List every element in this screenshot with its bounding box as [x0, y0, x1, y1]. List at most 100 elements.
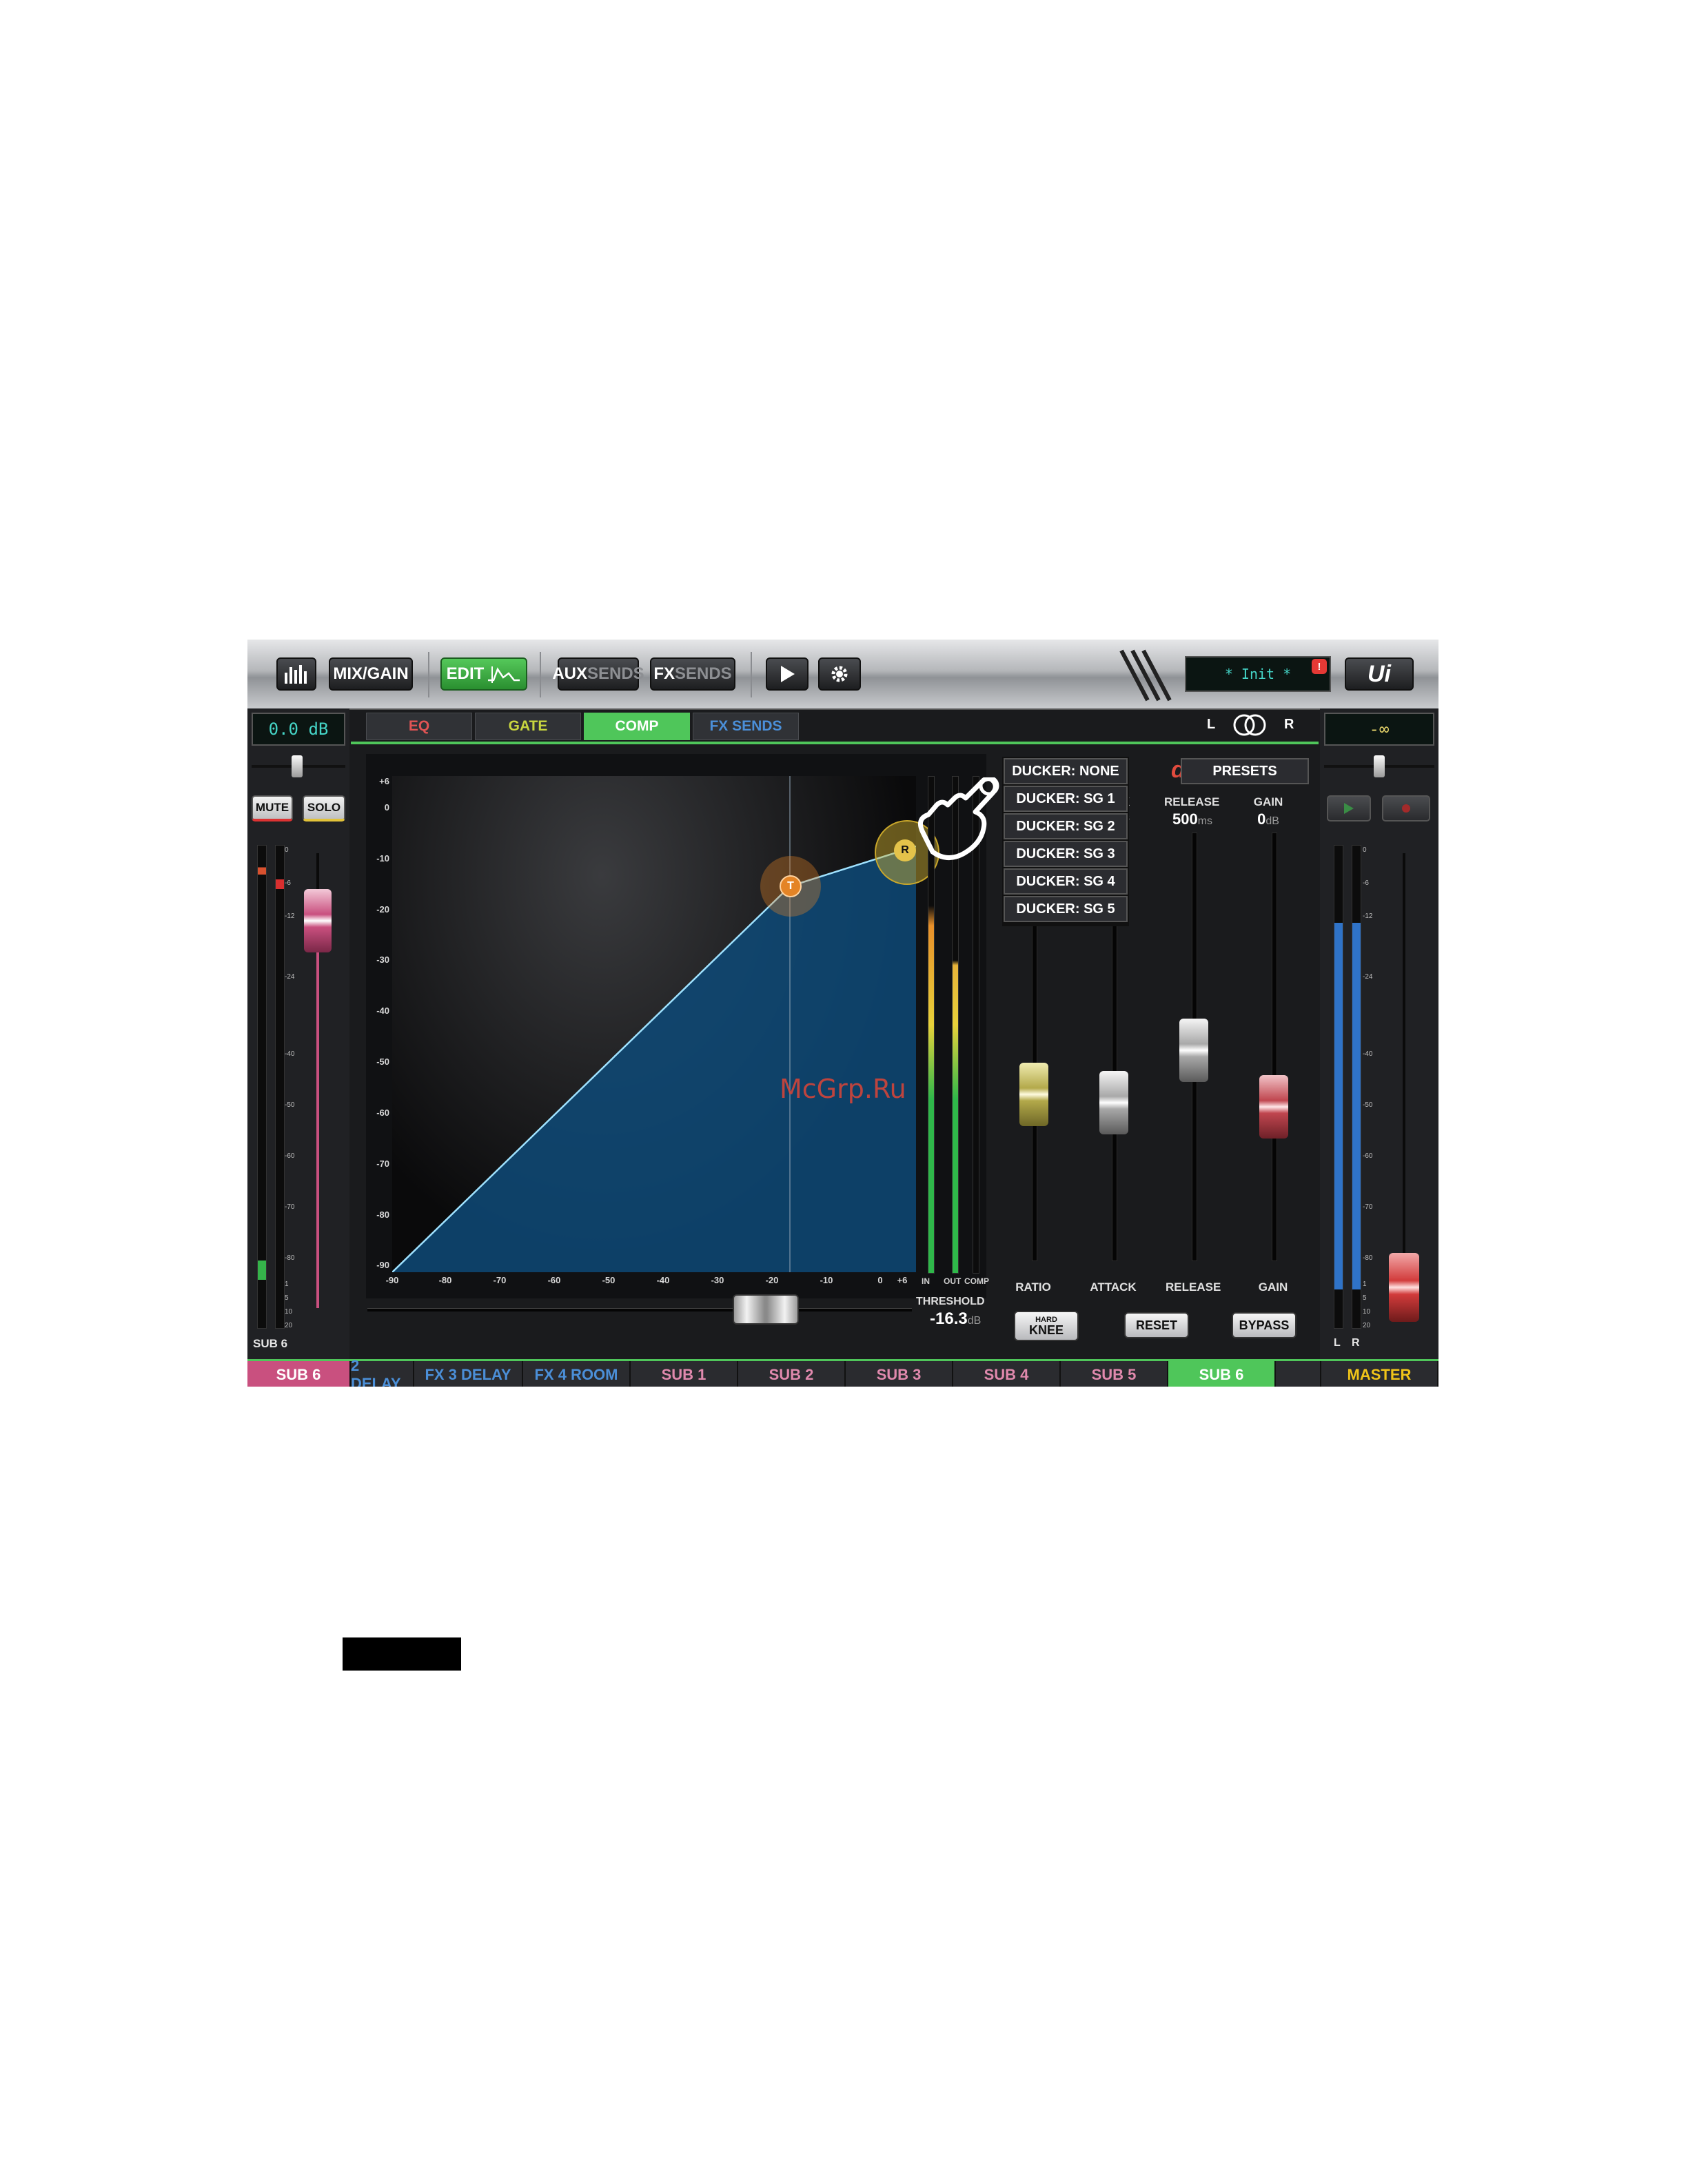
tab-eq[interactable]: EQ [366, 713, 472, 740]
ducker-option-sg5[interactable]: DUCKER: SG 5 [1004, 896, 1128, 922]
link-right-label: R [1284, 717, 1294, 732]
master-fader-knob[interactable] [1389, 1253, 1419, 1322]
mix-gain-button[interactable]: MIX/GAIN [329, 657, 413, 691]
scale-mark: 5 [285, 1294, 289, 1302]
scale-mark: 0 [285, 846, 289, 854]
x-axis-label: -40 [656, 1275, 670, 1285]
threshold-value: -16.3dB [930, 1309, 981, 1329]
tab-gate[interactable]: GATE [475, 713, 581, 740]
transfer-curve [392, 776, 916, 1272]
scale-mark: 20 [1363, 1322, 1371, 1329]
threshold-handle[interactable]: T [780, 875, 802, 897]
ratio-fader-knob[interactable] [1019, 1063, 1048, 1126]
release-number: 500 [1172, 810, 1198, 828]
gain-top-label: GAIN [1253, 795, 1283, 808]
gain-fader-knob[interactable] [1259, 1075, 1288, 1139]
fx-sends-button[interactable]: FX SENDS [650, 657, 735, 691]
y-axis-label: -10 [376, 853, 389, 864]
presets-button[interactable]: PRESETS [1181, 758, 1309, 784]
bottom-tab-fx3-delay[interactable]: FX 3 DELAY [414, 1361, 523, 1387]
pan-knob[interactable] [292, 755, 303, 777]
master-l-label: L [1334, 1337, 1341, 1349]
link-left-label: L [1207, 717, 1216, 732]
play-icon [781, 666, 795, 682]
scale-mark: 1 [285, 1280, 289, 1288]
ducker-option-sg4[interactable]: DUCKER: SG 4 [1004, 868, 1128, 895]
play-button[interactable] [766, 657, 809, 691]
threshold-number: -16.3 [930, 1309, 968, 1328]
channel-fader-knob[interactable] [304, 889, 332, 952]
bottom-tab-sub5[interactable]: SUB 5 [1061, 1361, 1168, 1387]
master-level-display[interactable]: -∞ [1324, 713, 1434, 746]
notification-badge[interactable]: ! [1312, 659, 1327, 674]
scale-mark: 0 [1363, 846, 1367, 854]
master-balance-knob[interactable] [1374, 755, 1385, 777]
reset-button[interactable]: RESET [1124, 1312, 1189, 1338]
processing-tabs: EQ GATE COMP FX SENDS [366, 713, 807, 740]
redaction-bar [343, 1637, 461, 1671]
release-fader-knob[interactable] [1179, 1019, 1208, 1082]
tab-underline [351, 742, 1319, 744]
bottom-tab-sub6[interactable]: SUB 6 [1168, 1361, 1276, 1387]
y-axis-label: -40 [376, 1006, 389, 1016]
input-meter-right [275, 845, 285, 1329]
ducker-option-sg3[interactable]: DUCKER: SG 3 [1004, 841, 1128, 867]
release-label: RELEASE [1166, 1280, 1221, 1294]
scale-mark: 10 [1363, 1308, 1371, 1316]
bottom-tab-fx2-delay[interactable]: 2 DELAY [351, 1357, 414, 1387]
bottom-tab-master[interactable]: MASTER [1320, 1361, 1438, 1387]
scale-mark: -50 [285, 1101, 295, 1109]
mute-button[interactable]: MUTE [252, 795, 293, 821]
edit-label: EDIT [446, 664, 485, 683]
meters-view-button[interactable] [276, 657, 316, 691]
scale-mark: 1 [1363, 1280, 1367, 1288]
edit-button[interactable]: EDIT [440, 657, 527, 691]
tab-comp[interactable]: COMP [584, 713, 690, 740]
ducker-option-sg2[interactable]: DUCKER: SG 2 [1004, 813, 1128, 839]
input-meter-left [257, 845, 267, 1329]
gain-display[interactable]: 0.0 dB [252, 713, 345, 746]
master-r-label: R [1352, 1337, 1360, 1349]
aux-sends-button[interactable]: AUX SENDS [552, 657, 644, 691]
knee-button[interactable]: HARD KNEE [1014, 1311, 1079, 1341]
scale-mark: -60 [285, 1152, 295, 1160]
stereo-link-icon[interactable] [1232, 711, 1268, 739]
comp-meter-label: COMP [964, 1276, 989, 1286]
bottom-tab-sub6-left[interactable]: SUB 6 [247, 1361, 351, 1387]
bottom-tab-sub4[interactable]: SUB 4 [953, 1361, 1061, 1387]
x-axis-label: -30 [711, 1275, 724, 1285]
ducker-option-none[interactable]: DUCKER: NONE [1004, 758, 1128, 784]
scale-mark: -12 [1363, 912, 1373, 920]
gain-unit: dB [1265, 815, 1279, 827]
scale-mark: 10 [285, 1308, 293, 1316]
master-meter-right [1352, 845, 1361, 1329]
compressor-transfer-graph[interactable] [392, 776, 916, 1272]
master-meter-left [1334, 845, 1343, 1329]
in-meter-label: IN [922, 1276, 930, 1286]
bottom-tab-sub1[interactable]: SUB 1 [631, 1361, 738, 1387]
fader-level [316, 943, 319, 1308]
bottom-tab-fx4-room[interactable]: FX 4 ROOM [523, 1361, 631, 1387]
settings-button[interactable] [818, 657, 861, 691]
solo-button[interactable]: SOLO [303, 795, 345, 821]
master-fader-track [1403, 853, 1405, 1308]
threshold-slider-knob[interactable] [733, 1294, 799, 1325]
master-record-button[interactable] [1382, 795, 1430, 821]
scale-mark: -60 [1363, 1152, 1373, 1160]
bottom-tab-sub2[interactable]: SUB 2 [738, 1361, 846, 1387]
scale-mark: -70 [1363, 1203, 1373, 1211]
bypass-button[interactable]: BYPASS [1232, 1312, 1296, 1338]
master-play-button[interactable] [1327, 795, 1371, 821]
preset-display[interactable]: * Init * [1185, 656, 1331, 692]
tab-fx-sends[interactable]: FX SENDS [693, 713, 799, 740]
y-axis-label: 0 [384, 802, 389, 813]
toolbar-divider [751, 652, 752, 697]
mixer-app-window: MIX/GAIN EDIT AUX SENDS FX SENDS * Init * … [247, 640, 1438, 1387]
y-axis-label: -50 [376, 1057, 389, 1067]
eq-curve-icon [488, 666, 520, 683]
attack-fader-knob[interactable] [1099, 1071, 1128, 1134]
ducker-option-sg1[interactable]: DUCKER: SG 1 [1004, 786, 1128, 812]
bottom-tab-sub3[interactable]: SUB 3 [846, 1361, 953, 1387]
ui-logo-button[interactable]: Ui [1345, 657, 1414, 691]
x-axis-label: -80 [438, 1275, 452, 1285]
